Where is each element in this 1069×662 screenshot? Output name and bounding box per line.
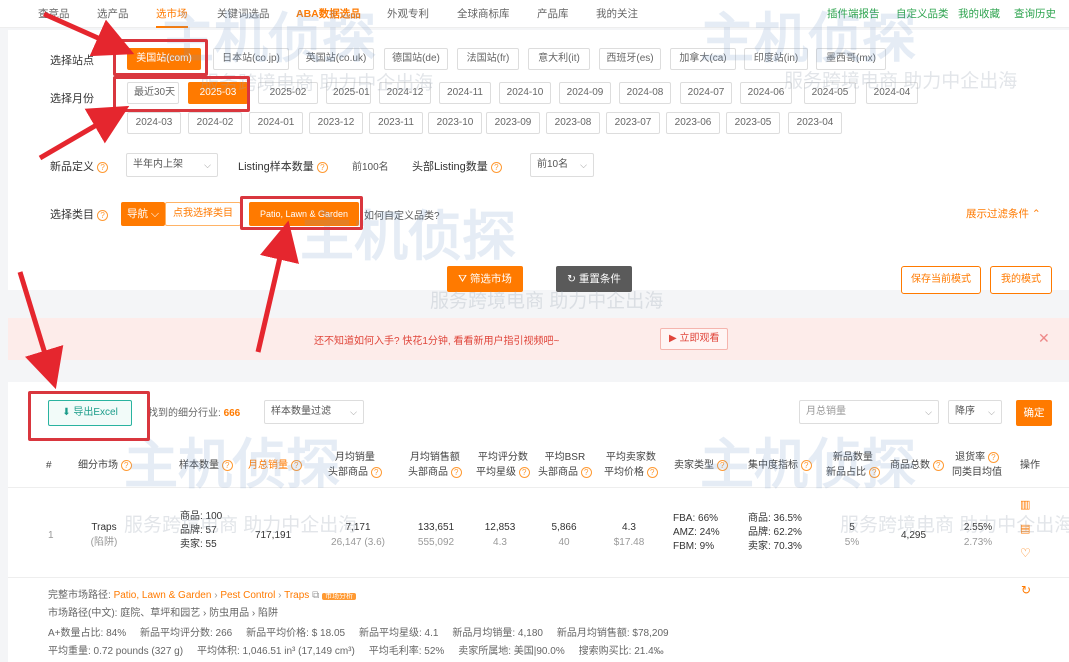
annotation-arrows: [17, 11, 299, 390]
arrow-to-site: [42, 11, 135, 57]
arrow-to-export: [17, 271, 64, 390]
app-root: 查竞品 选产品 选市场 关键词选品 ABA数据选品 外观专利 全球商标库 产品库…: [0, 0, 1069, 662]
arrow-to-month: [38, 105, 130, 161]
arrow-to-category: [255, 220, 299, 353]
